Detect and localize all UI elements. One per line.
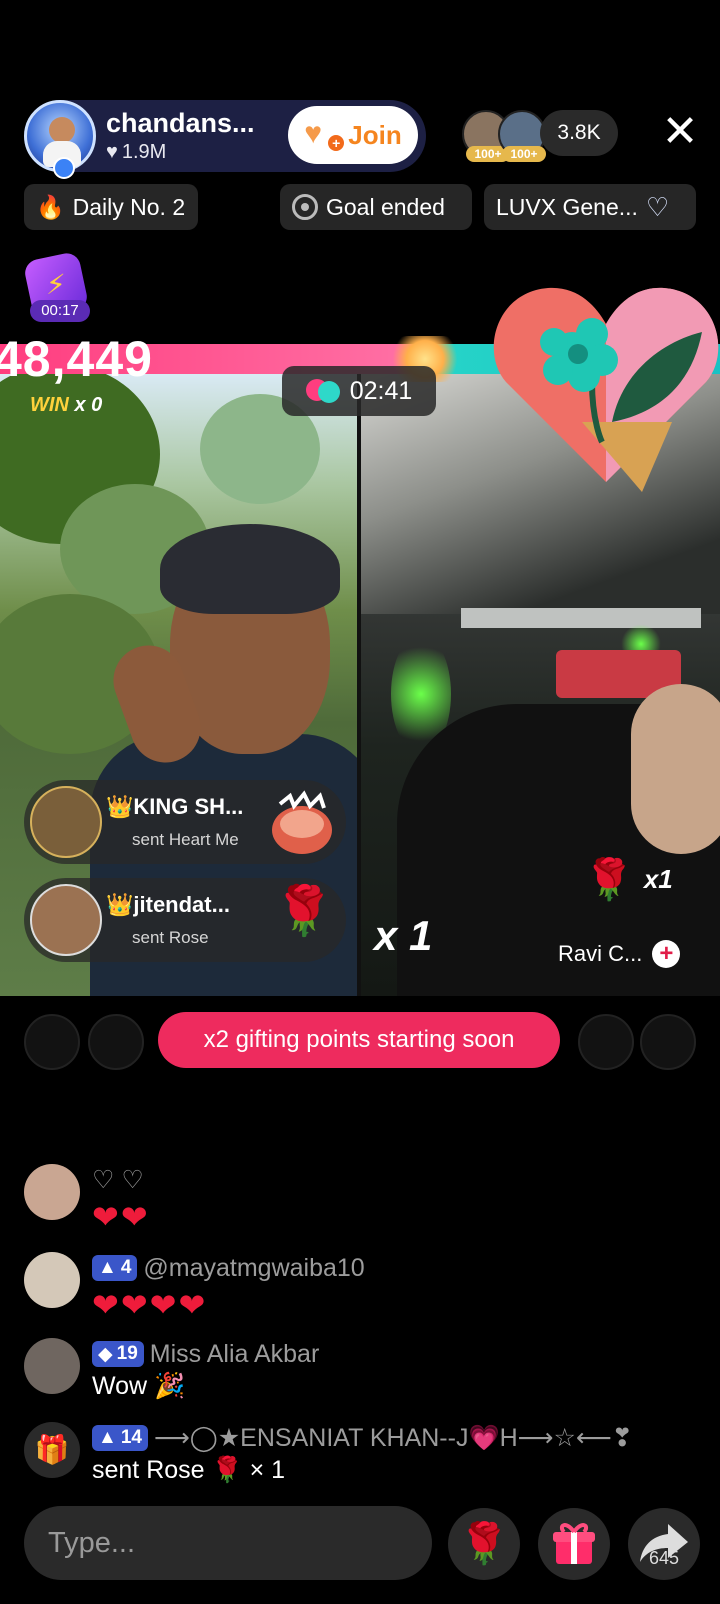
battle-score: 48,449 (0, 331, 153, 387)
host-name: chandans... (106, 108, 255, 138)
share-count: 645 (648, 1548, 680, 1568)
win-label: WIN (30, 394, 69, 416)
sender-avatar[interactable] (30, 786, 102, 858)
chat-username[interactable]: Miss Alia Akbar (150, 1340, 320, 1369)
gifting-boost-banner: x2 gifting points starting soon (158, 1012, 560, 1068)
daily-rank-chip[interactable]: 🔥 Daily No. 2 (24, 184, 198, 230)
chat-avatar[interactable] (24, 1164, 80, 1220)
chat-text: ❤❤ (92, 1199, 150, 1235)
lightning-icon: ⚡ (46, 269, 66, 300)
gift-icon (553, 1523, 595, 1564)
versus-icon (305, 379, 340, 403)
heart-sticker-icon (493, 287, 719, 492)
gen-chip[interactable]: LUVX Gene... ♡ (484, 184, 696, 230)
flame-icon: 🔥 (36, 193, 65, 220)
join-label: Join (348, 119, 402, 150)
boost-timer-badge[interactable]: ⚡ 00:17 (22, 250, 94, 326)
gift-button[interactable] (538, 1508, 610, 1580)
host-avatar[interactable] (24, 100, 96, 179)
win-streak: WIN x 0 (30, 394, 102, 417)
opponent-name: Ravi C... (558, 941, 643, 966)
gift-multiplier: x 1 (374, 912, 433, 959)
viewer-count[interactable]: 3.8K (540, 110, 618, 156)
gen-label: LUVX Gene... (496, 193, 638, 220)
battle-timer: 02:41 (282, 366, 436, 416)
supporter-avatar[interactable] (24, 1014, 80, 1070)
gift-sent-text: sent Rose (132, 928, 209, 947)
sender-name: 👑jitendat... (106, 892, 230, 917)
chat-username[interactable]: ⟶◯★ENSANIAT KHAN--J💗H⟶☆⟵❣ (154, 1423, 633, 1453)
heart-icon: ♥ (106, 141, 118, 163)
supporter-avatar[interactable] (88, 1014, 144, 1070)
chat-text: Wow 🎉 (92, 1372, 186, 1400)
goal-chip[interactable]: Goal ended (280, 184, 472, 230)
gift-box-icon: 🎁 (24, 1422, 80, 1478)
win-count: x 0 (74, 394, 103, 416)
viewer-avatar[interactable]: 100+ (498, 110, 546, 162)
chat-username[interactable]: @mayatmgwaiba10 (143, 1254, 364, 1283)
sender-avatar[interactable] (30, 884, 102, 956)
chat-text: sent Rose 🌹 × 1 (92, 1456, 286, 1484)
join-button[interactable]: ♥ + Join (288, 106, 418, 164)
boost-timer-time: 00:17 (30, 300, 90, 322)
daily-rank-label: Daily No. 2 (72, 193, 186, 220)
viewer-rank-badge: 100+ (502, 146, 546, 162)
close-icon[interactable]: ✕ (660, 110, 700, 154)
heart-me-gift-icon (272, 790, 332, 854)
level-badge: ▲ 4 (92, 1255, 138, 1281)
chat-username[interactable]: ♡ ♡ (92, 1164, 150, 1196)
supporter-avatar[interactable] (640, 1014, 696, 1070)
battle-time: 02:41 (349, 376, 413, 405)
level-triangle-icon: ▲ (98, 1427, 117, 1448)
rose-icon: 🌹 (459, 1522, 509, 1566)
comment-input[interactable]: Type... (24, 1506, 432, 1580)
opponent-gift-combo: 🌹 x1 (584, 856, 673, 903)
chat-avatar[interactable] (24, 1338, 80, 1394)
sender-name: 👑KING SH... (106, 794, 244, 819)
rose-icon: 🌹 (584, 858, 634, 902)
gift-combo-count: x1 (643, 864, 673, 894)
level-badge: ▲ 14 (92, 1425, 148, 1451)
share-button[interactable]: 645 (628, 1508, 700, 1580)
level-badge: ◆ 19 (92, 1341, 144, 1367)
gift-notification[interactable]: 👑KING SH... sent Heart Me (24, 780, 346, 864)
opponent-info[interactable]: Ravi C... + (558, 940, 681, 968)
level-diamond-icon: ◆ (98, 1343, 113, 1365)
heart-plus-icon: ♥ + (304, 119, 345, 151)
goal-icon (292, 194, 318, 220)
gift-sent-text: sent Heart Me (132, 830, 239, 849)
chat-avatar[interactable] (24, 1252, 80, 1308)
host-badge-icon (53, 157, 75, 179)
rose-icon: 🌹 (274, 885, 334, 938)
goal-label: Goal ended (326, 193, 445, 220)
follow-plus-icon[interactable]: + (652, 940, 681, 968)
heart-outline-icon: ♡ (645, 191, 670, 222)
rose-gift-button[interactable]: 🌹 (448, 1508, 520, 1580)
host-pill[interactable]: chandans... ♥ 1.9M ♥ + Join (24, 100, 426, 179)
level-triangle-icon: ▲ (98, 1257, 117, 1278)
top-viewers[interactable]: 100+ 100+ (462, 110, 552, 162)
chat-text: ❤❤❤❤ (92, 1287, 208, 1323)
supporter-avatar[interactable] (578, 1014, 634, 1070)
host-likes: 1.9M (121, 141, 167, 163)
share-arrow-icon (640, 1524, 688, 1562)
gift-notification[interactable]: 👑jitendat... sent Rose 🌹 (24, 878, 346, 962)
